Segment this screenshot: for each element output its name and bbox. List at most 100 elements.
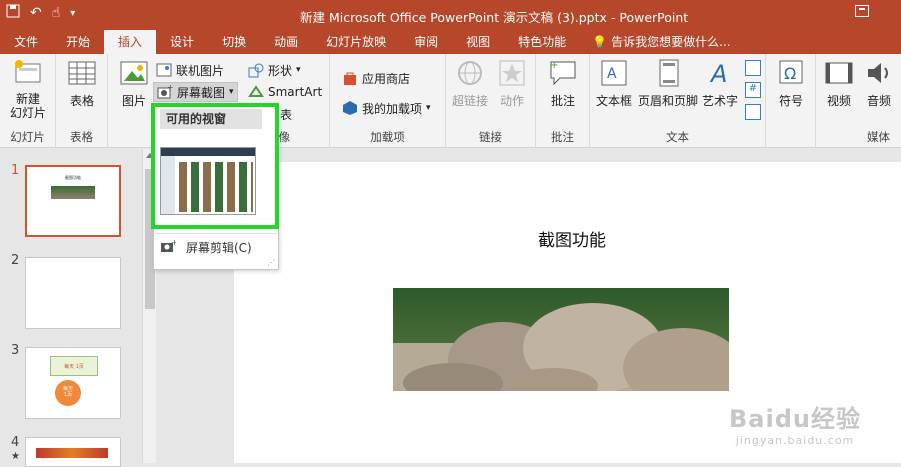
dropdown-divider xyxy=(154,233,278,234)
animation-star-icon: ★ xyxy=(11,451,20,462)
video-label: 视频 xyxy=(826,94,851,108)
watermark-text: Baidu经验 xyxy=(729,405,861,433)
touch-mode-icon[interactable]: ☝ xyxy=(52,5,61,21)
available-window-thumbnail[interactable] xyxy=(160,147,256,215)
smartart-button[interactable]: SmartArt xyxy=(248,82,322,102)
slide-thumbnail[interactable]: 每天 1页 每天 1页 xyxy=(25,347,121,419)
speaker-icon xyxy=(864,58,894,88)
comment-button[interactable]: + 批注 xyxy=(545,58,581,109)
ribbon: 新建 幻灯片 幻灯片 表格 表格 图片 联机图片 + 屏幕截图 ▾ 形状 ▾ S… xyxy=(0,54,901,148)
slide-thumbnail[interactable] xyxy=(25,257,121,329)
table-label: 表格 xyxy=(69,94,94,108)
thumbnail-text: 每天 xyxy=(64,364,75,370)
slide-number: 1 xyxy=(11,163,20,178)
screenshot-button[interactable]: + 屏幕截图 ▾ xyxy=(153,82,238,102)
symbol-label: 符号 xyxy=(778,94,803,108)
group-text: A 文本框 页眉和页脚 A 艺术字 # 文本 xyxy=(590,54,766,148)
title-bar: ↶ ☝ ▾ 新建 Microsoft Office PowerPoint 演示文… xyxy=(0,0,901,30)
thumbnail-book: 每天 1页 xyxy=(50,356,98,376)
slide-number-icon[interactable]: # xyxy=(745,82,761,98)
online-picture-button[interactable]: 联机图片 xyxy=(156,60,224,80)
picture-button[interactable]: 图片 xyxy=(116,58,152,109)
shapes-button[interactable]: 形状 ▾ xyxy=(248,60,301,80)
globe-icon xyxy=(455,58,485,88)
audio-button[interactable]: 音频 xyxy=(862,58,896,109)
online-picture-icon xyxy=(156,62,172,78)
slide-number: 4 xyxy=(11,435,20,450)
symbol-button[interactable]: Ω 符号 xyxy=(774,58,808,109)
tell-me-box[interactable]: 💡 告诉我您想要做什么... xyxy=(580,30,744,54)
slide-thumbnail-pane: 1 截图功能 2 3 每天 1页 每天 1页 4 ★ xyxy=(0,149,158,467)
svg-text:+: + xyxy=(167,84,173,92)
tab-design[interactable]: 设计 xyxy=(156,30,208,54)
store-icon xyxy=(342,70,358,86)
group-label-comments: 批注 xyxy=(551,130,574,144)
ribbon-display-options-icon[interactable] xyxy=(855,5,869,17)
tab-features[interactable]: 特色功能 xyxy=(504,30,580,54)
wordart-label: 艺术字 xyxy=(702,94,739,108)
store-button[interactable]: 应用商店 xyxy=(342,68,410,88)
group-label-tables: 表格 xyxy=(70,130,93,144)
screenshot-label: 屏幕截图 xyxy=(177,85,226,100)
video-button[interactable]: 视频 xyxy=(822,58,856,109)
screen-clipping-button[interactable]: + 屏幕剪辑(C) xyxy=(160,238,252,256)
new-slide-icon xyxy=(13,58,43,88)
textbox-icon: A xyxy=(599,58,629,88)
group-comments: + 批注 批注 xyxy=(536,54,590,148)
customize-icon[interactable]: ▾ xyxy=(70,8,75,19)
tab-slideshow[interactable]: 幻灯片放映 xyxy=(312,30,400,54)
group-label-slides: 幻灯片 xyxy=(10,130,45,144)
slide-title[interactable]: 截图功能 xyxy=(234,226,901,251)
group-symbols: Ω 符号 xyxy=(766,54,816,148)
group-media: 视频 音频 媒体 xyxy=(816,54,901,148)
thumbnail-badge: 每天 1页 xyxy=(55,380,81,406)
slide-number: 2 xyxy=(11,253,20,268)
slide-thumbnail[interactable]: 截图功能 xyxy=(25,165,121,237)
hyperlink-button[interactable]: 超链接 xyxy=(450,58,490,109)
group-label-addins: 加载项 xyxy=(370,130,405,144)
tab-view[interactable]: 视图 xyxy=(452,30,504,54)
tab-animations[interactable]: 动画 xyxy=(260,30,312,54)
wordart-icon: A xyxy=(705,58,735,88)
save-icon[interactable] xyxy=(6,4,20,22)
group-label-links: 链接 xyxy=(479,130,502,144)
watermark: Baidu经验 jingyan.baidu.com xyxy=(729,399,861,447)
screenshot-dropdown: 可用的视窗 + 屏幕剪辑(C) ⋰ xyxy=(151,103,279,270)
object-icon[interactable] xyxy=(745,104,761,120)
tab-transitions[interactable]: 切换 xyxy=(208,30,260,54)
comment-label: 批注 xyxy=(550,94,575,108)
quick-access-toolbar: ↶ ☝ ▾ xyxy=(6,4,75,22)
tell-me-placeholder: 告诉我您想要做什么... xyxy=(611,35,731,49)
tab-review[interactable]: 审阅 xyxy=(400,30,452,54)
group-addins: 应用商店 我的加载项 ▾ 加载项 xyxy=(330,54,446,148)
new-slide-label: 新建 幻灯片 xyxy=(9,92,46,120)
group-links: 超链接 动作 链接 xyxy=(446,54,536,148)
wordart-button[interactable]: A 艺术字 xyxy=(702,58,738,109)
undo-icon[interactable]: ↶ xyxy=(30,5,42,21)
tab-insert[interactable]: 插入 xyxy=(104,30,157,54)
hyperlink-label: 超链接 xyxy=(451,94,488,108)
online-picture-label: 联机图片 xyxy=(176,63,225,78)
ribbon-tabs: 文件 开始 插入 设计 切换 动画 幻灯片放映 审阅 视图 特色功能 💡 告诉我… xyxy=(0,30,901,54)
textbox-button[interactable]: A 文本框 xyxy=(594,58,634,109)
tab-home[interactable]: 开始 xyxy=(52,30,104,54)
date-time-icon[interactable] xyxy=(745,60,761,76)
table-button[interactable]: 表格 xyxy=(64,58,100,109)
header-footer-button[interactable]: 页眉和页脚 xyxy=(636,58,700,109)
resize-grip-icon[interactable]: ⋰ xyxy=(267,258,275,267)
picture-label: 图片 xyxy=(121,94,146,108)
my-addins-button[interactable]: 我的加载项 ▾ xyxy=(342,98,431,118)
action-button[interactable]: 动作 xyxy=(494,58,530,109)
chevron-down-icon: ▾ xyxy=(296,65,301,75)
thumbnail-photo xyxy=(51,186,95,199)
thumbnail-title: 截图功能 xyxy=(65,175,81,180)
video-icon xyxy=(824,58,854,88)
slide-photo[interactable] xyxy=(393,288,743,408)
smartart-label: SmartArt xyxy=(268,85,323,99)
new-slide-button[interactable]: 新建 幻灯片 xyxy=(6,58,50,120)
screenshot-icon: + xyxy=(157,83,174,100)
svg-text:A: A xyxy=(709,60,727,88)
header-footer-label: 页眉和页脚 xyxy=(637,94,698,108)
tab-file[interactable]: 文件 xyxy=(0,30,52,54)
window-title: 新建 Microsoft Office PowerPoint 演示文稿 (3).… xyxy=(300,10,689,25)
